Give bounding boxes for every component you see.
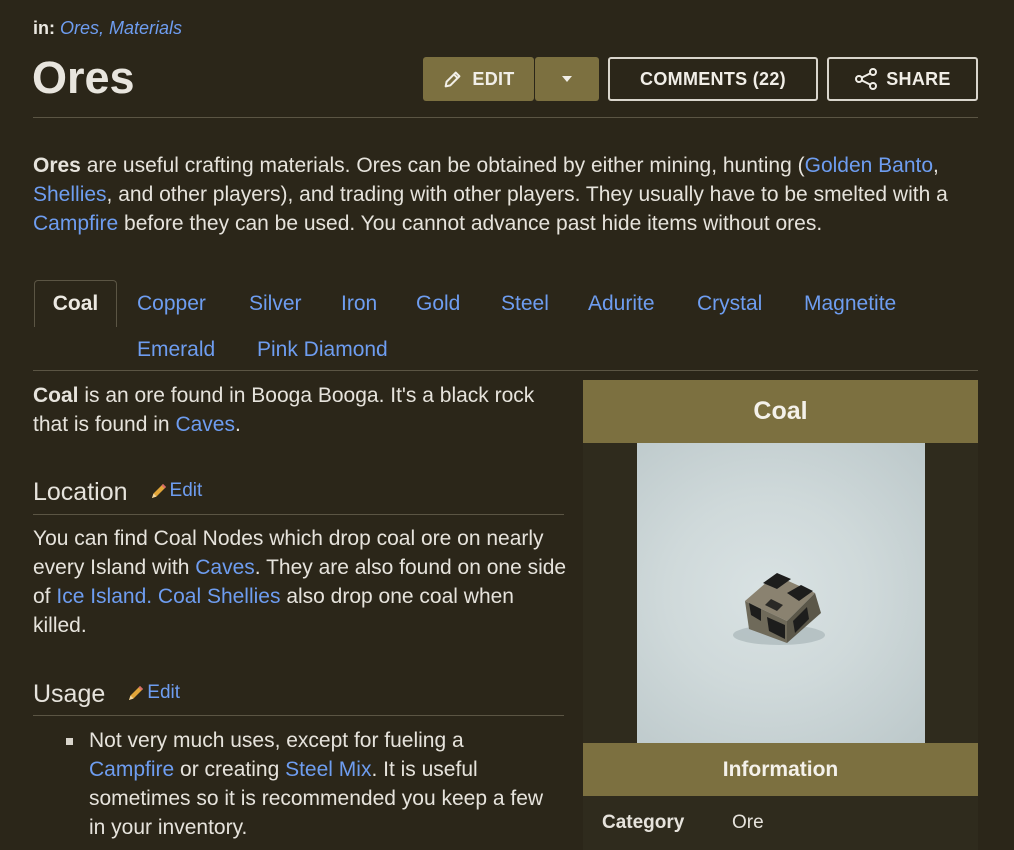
coal-cube-icon (733, 573, 825, 645)
usage-list: Not very much uses, except for fueling a… (60, 726, 550, 842)
usage-heading-text: Usage (33, 680, 106, 708)
intro-text-3: , and other players), and trading with o… (106, 183, 948, 206)
location-paragraph: You can find Coal Nodes which drop coal … (33, 524, 568, 640)
pencil-icon (445, 71, 461, 88)
breadcrumb: in: Ores, Materials (33, 18, 182, 39)
location-divider (33, 514, 564, 515)
coal-term: Coal (33, 384, 79, 407)
list-item: Not very much uses, except for fueling a… (60, 726, 550, 842)
tab-crystal[interactable]: Crystal (697, 292, 762, 316)
location-heading: Location Edit (33, 478, 202, 507)
golden-banto-link[interactable]: Golden Banto (805, 154, 933, 177)
edit-button-label: EDIT (472, 68, 515, 89)
usage-edit-label: Edit (147, 682, 181, 703)
infobox-category-value: Ore (732, 812, 764, 833)
tab-coal[interactable]: Coal (34, 280, 117, 327)
infobox: Coal Information Category Ore (583, 380, 978, 850)
coal-text-2: . (234, 413, 241, 436)
breadcrumb-label: in: (33, 18, 55, 38)
share-icon (855, 68, 878, 90)
tab-copper[interactable]: Copper (137, 292, 206, 316)
infobox-information-heading: Information (583, 743, 978, 796)
tab-steel[interactable]: Steel (501, 292, 549, 316)
pencil-icon (151, 484, 166, 498)
tab-gold[interactable]: Gold (416, 292, 460, 316)
intro-term: Ores (33, 154, 81, 177)
intro-text-4: before they can be used. You cannot adva… (118, 212, 823, 235)
usage-text-1: Not very much uses, except for fueling a (89, 729, 464, 752)
ice-island-coal-shellies-link[interactable]: Ice Island. Coal Shellies (56, 585, 280, 608)
steel-mix-link[interactable]: Steel Mix (285, 758, 371, 781)
tab-silver[interactable]: Silver (249, 292, 302, 316)
caret-down-icon (562, 76, 572, 82)
tab-adurite[interactable]: Adurite (588, 292, 655, 316)
edit-dropdown-button[interactable] (535, 57, 599, 101)
share-button-label: SHARE (886, 68, 951, 89)
breadcrumb-categories-link[interactable]: Ores, Materials (60, 18, 182, 38)
infobox-category-label: Category (602, 812, 685, 833)
tab-magnetite[interactable]: Magnetite (804, 292, 896, 316)
header-divider (33, 117, 978, 118)
tab-emerald[interactable]: Emerald (137, 338, 215, 362)
tab-pink-diamond[interactable]: Pink Diamond (257, 338, 388, 362)
location-edit-link[interactable]: Edit (150, 480, 203, 502)
tabs-divider (33, 370, 978, 371)
intro-text-1: are useful crafting materials. Ores can … (80, 154, 805, 177)
intro-paragraph: Ores are useful crafting materials. Ores… (33, 151, 963, 238)
caves-link-2[interactable]: Caves (195, 556, 255, 579)
location-edit-label: Edit (169, 480, 203, 501)
share-button[interactable]: SHARE (827, 57, 978, 101)
usage-divider (33, 715, 564, 716)
location-heading-text: Location (33, 478, 128, 506)
campfire-link-2[interactable]: Campfire (89, 758, 174, 781)
usage-edit-link[interactable]: Edit (127, 682, 180, 704)
campfire-link[interactable]: Campfire (33, 212, 118, 235)
usage-heading: Usage Edit (33, 680, 180, 709)
comments-button[interactable]: COMMENTS (22) (608, 57, 818, 101)
infobox-title: Coal (583, 380, 978, 443)
usage-text-2: or creating (174, 758, 286, 781)
page-title: Ores (32, 52, 135, 103)
intro-text-2: , (933, 154, 939, 177)
pencil-icon (129, 686, 144, 700)
caves-link[interactable]: Caves (175, 413, 235, 436)
coal-description: Coal is an ore found in Booga Booga. It'… (33, 381, 553, 439)
coal-text-1: is an ore found in Booga Booga. It's a b… (33, 384, 535, 436)
shellies-link[interactable]: Shellies (33, 183, 107, 206)
tab-iron[interactable]: Iron (341, 292, 377, 316)
coal-image (637, 443, 925, 743)
edit-button[interactable]: EDIT (423, 57, 534, 101)
